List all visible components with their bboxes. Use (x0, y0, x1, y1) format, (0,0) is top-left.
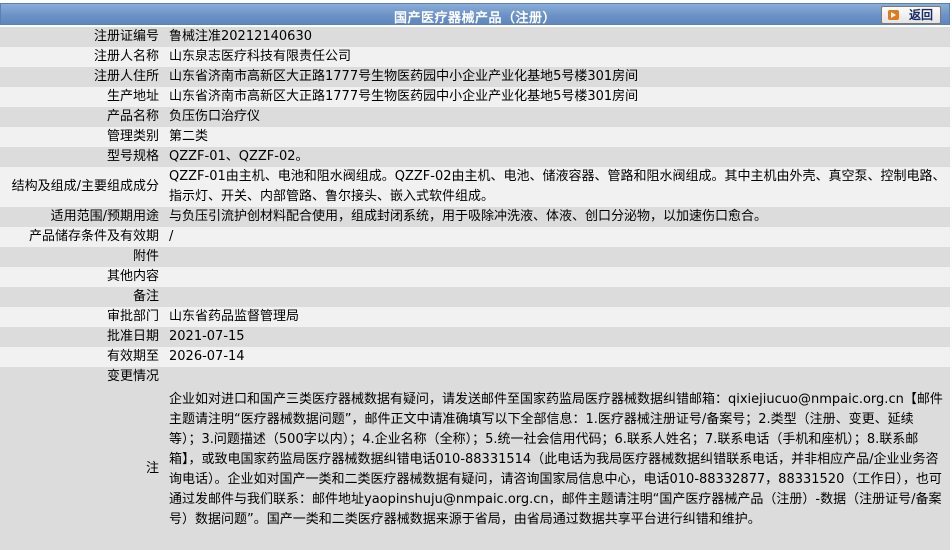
product-info-table: 注册证编号 鲁械注准20212140630 注册人名称 山东泉志医疗科技有限责任… (0, 27, 950, 550)
table-row: 结构及组成/主要组成成分 QZZF-01由主机、电池和阻水阀组成。QZZF-02… (0, 167, 950, 207)
field-value: 山东省药品监督管理局 (162, 307, 950, 327)
table-row: 产品储存条件及有效期 / (0, 227, 950, 247)
title-bar: 国产医疗器械产品（注册） 返回 (0, 3, 950, 26)
field-label: 管理类别 (0, 127, 162, 147)
note-label: 注 (0, 387, 162, 550)
back-arrow-icon (888, 10, 899, 20)
back-button-label: 返回 (909, 8, 934, 22)
back-button[interactable]: 返回 (881, 6, 941, 24)
table-row: 生产地址 山东省济南市高新区大正路1777号生物医药园中小企业产业化基地5号楼3… (0, 87, 950, 107)
table-row: 注册人住所 山东省济南市高新区大正路1777号生物医药园中小企业产业化基地5号楼… (0, 67, 950, 87)
field-value: 负压伤口治疗仪 (162, 107, 950, 127)
table-row: 注册人名称 山东泉志医疗科技有限责任公司 (0, 47, 950, 67)
field-label: 适用范围/预期用途 (0, 207, 162, 227)
field-label: 备注 (0, 287, 162, 307)
product-detail-page: 国产医疗器械产品（注册） 返回 注册证编号 鲁械注准20212140630 注册… (0, 0, 952, 550)
field-value (162, 267, 950, 287)
field-value (162, 247, 950, 267)
field-label: 注册人名称 (0, 47, 162, 67)
field-label: 产品储存条件及有效期 (0, 227, 162, 247)
table-row: 变更情况 (0, 367, 950, 387)
field-value: QZZF-01、QZZF-02。 (162, 147, 950, 167)
field-label: 附件 (0, 247, 162, 267)
field-label: 审批部门 (0, 307, 162, 327)
field-value: 山东省济南市高新区大正路1777号生物医药园中小企业产业化基地5号楼301房间 (162, 67, 950, 87)
note-row: 注 企业如对进口和国产三类医疗器械数据有疑问，请发送邮件至国家药监局医疗器械数据… (0, 387, 950, 550)
field-label: 结构及组成/主要组成成分 (0, 167, 162, 207)
table-row: 批准日期 2021-07-15 (0, 327, 950, 347)
field-label: 生产地址 (0, 87, 162, 107)
field-value: 2021-07-15 (162, 327, 950, 347)
field-value: 第二类 (162, 127, 950, 147)
table-row: 适用范围/预期用途 与负压引流护创材料配合使用，组成封闭系统，用于吸除冲洗液、体… (0, 207, 950, 227)
field-label: 批准日期 (0, 327, 162, 347)
table-row: 其他内容 (0, 267, 950, 287)
field-value: 山东省济南市高新区大正路1777号生物医药园中小企业产业化基地5号楼301房间 (162, 87, 950, 107)
field-label: 注册证编号 (0, 27, 162, 47)
field-label: 其他内容 (0, 267, 162, 287)
table-row: 型号规格 QZZF-01、QZZF-02。 (0, 147, 950, 167)
table-row: 附件 (0, 247, 950, 267)
field-value: / (162, 227, 950, 247)
field-label: 有效期至 (0, 347, 162, 367)
field-label: 变更情况 (0, 367, 162, 387)
field-value (162, 367, 950, 387)
page-title: 国产医疗器械产品（注册） (393, 11, 556, 26)
table-row: 有效期至 2026-07-14 (0, 347, 950, 367)
field-value: 山东泉志医疗科技有限责任公司 (162, 47, 950, 67)
field-value (162, 287, 950, 307)
field-value: 与负压引流护创材料配合使用，组成封闭系统，用于吸除冲洗液、体液、创口分泌物，以加… (162, 207, 950, 227)
table-row: 审批部门 山东省药品监督管理局 (0, 307, 950, 327)
field-label: 产品名称 (0, 107, 162, 127)
table-row: 管理类别 第二类 (0, 127, 950, 147)
field-label: 注册人住所 (0, 67, 162, 87)
table-row: 注册证编号 鲁械注准20212140630 (0, 27, 950, 47)
field-label: 型号规格 (0, 147, 162, 167)
field-value: 鲁械注准20212140630 (162, 27, 950, 47)
note-text: 企业如对进口和国产三类医疗器械数据有疑问，请发送邮件至国家药监局医疗器械数据纠错… (162, 387, 950, 550)
table-row: 备注 (0, 287, 950, 307)
field-value: QZZF-01由主机、电池和阻水阀组成。QZZF-02由主机、电池、储液容器、管… (162, 167, 950, 207)
table-row: 产品名称 负压伤口治疗仪 (0, 107, 950, 127)
field-value: 2026-07-14 (162, 347, 950, 367)
